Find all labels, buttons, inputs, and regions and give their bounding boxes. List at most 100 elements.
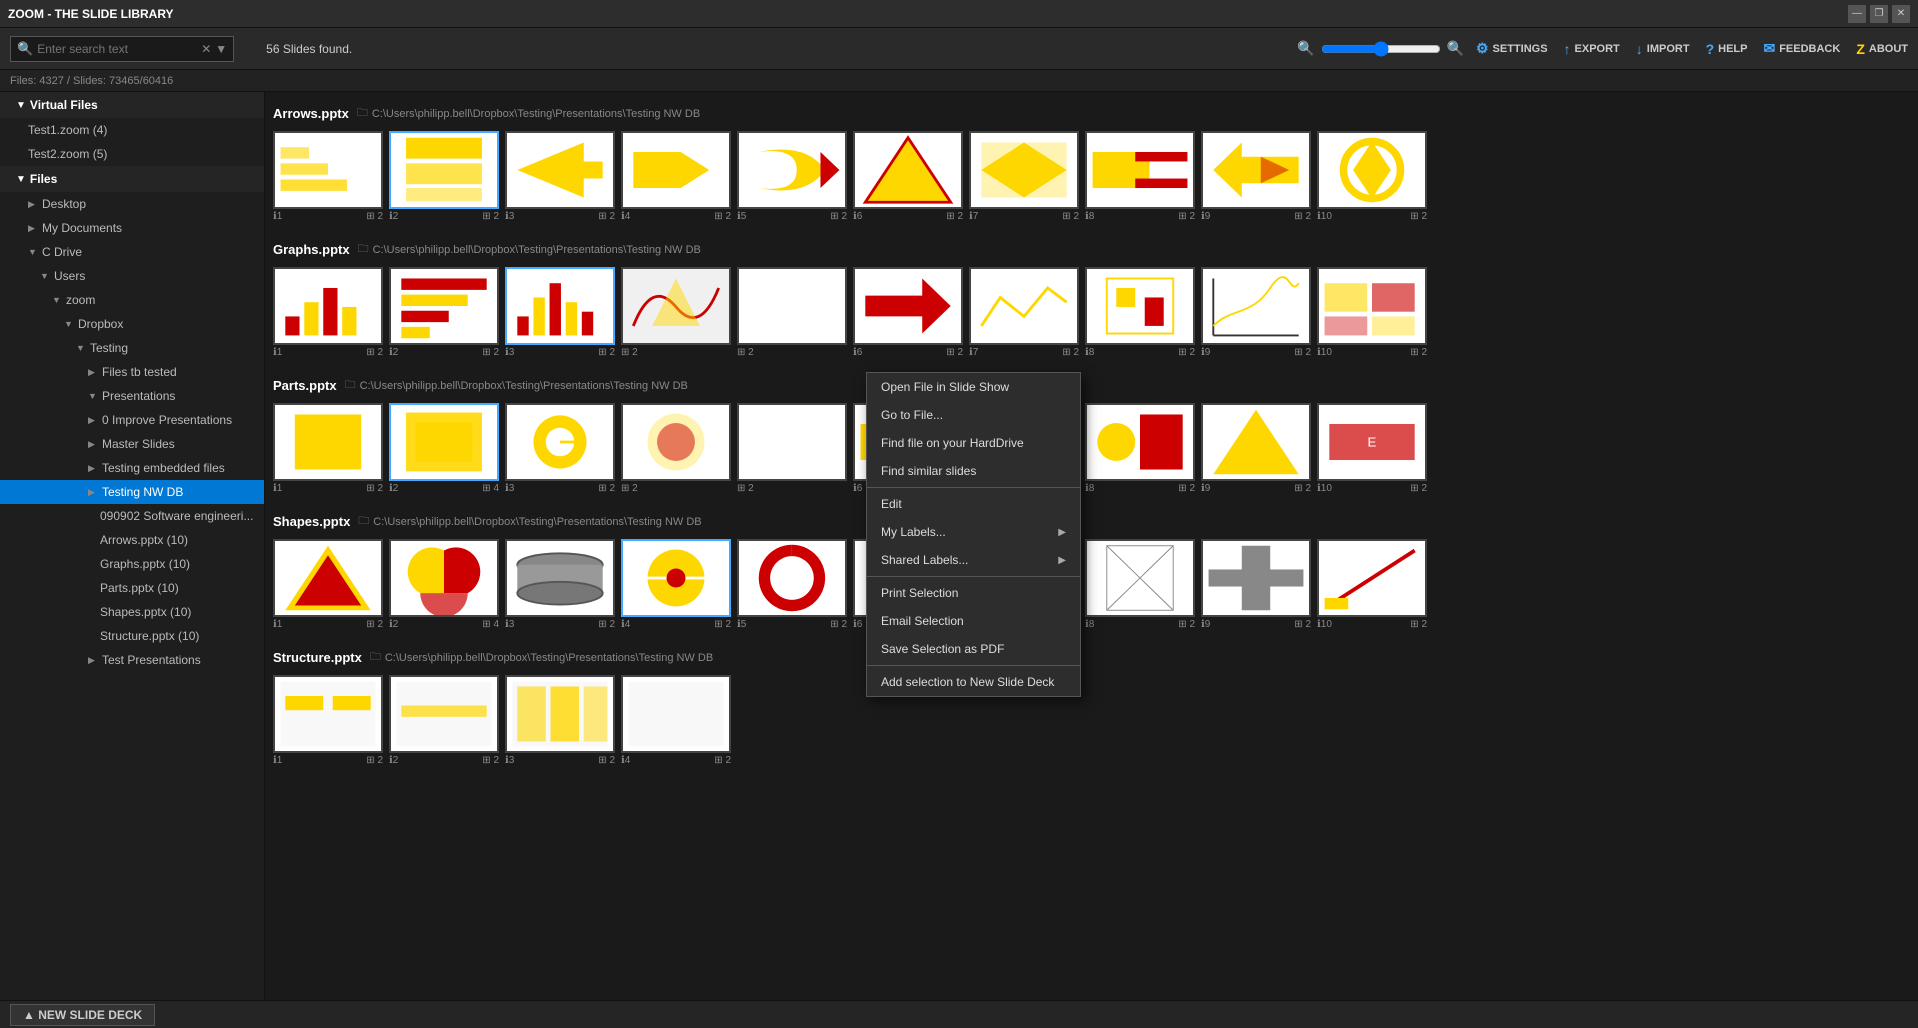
new-slide-deck-button[interactable]: ▲ NEW SLIDE DECK: [10, 1004, 155, 1026]
slide-thumb[interactable]: ℹ3⊞ 2: [505, 539, 615, 632]
sidebar-item-improve[interactable]: ▶ 0 Improve Presentations: [0, 408, 264, 432]
sidebar-item-master[interactable]: ▶ Master Slides: [0, 432, 264, 456]
slide-image: [1085, 267, 1195, 345]
slide-thumb[interactable]: ⊞ 2: [737, 267, 847, 360]
ctx-my-labels[interactable]: My Labels... ▶: [867, 518, 1080, 546]
sidebar-item-mydocuments[interactable]: ▶ My Documents: [0, 216, 264, 240]
slide-thumb[interactable]: ℹ3⊞ 2: [505, 403, 615, 496]
slide-thumb[interactable]: ℹ5⊞ 2: [737, 539, 847, 632]
slide-thumb[interactable]: ℹ2⊞ 2: [389, 267, 499, 360]
clear-icon[interactable]: ✕: [201, 42, 211, 56]
slide-thumb[interactable]: ℹ4⊞ 2: [621, 539, 731, 632]
about-button[interactable]: Z ABOUT: [1856, 41, 1908, 57]
sidebar[interactable]: ▼ Virtual Files Test1.zoom (4) Test2.zoo…: [0, 92, 265, 1000]
files-header[interactable]: ▼ Files: [0, 166, 264, 192]
slide-thumb[interactable]: ℹ8⊞ 2: [1085, 539, 1195, 632]
slide-thumb[interactable]: ℹ1⊞ 2: [273, 267, 383, 360]
sidebar-item-cdrive[interactable]: ▼ C Drive: [0, 240, 264, 264]
sidebar-item-files-tb[interactable]: ▶ Files tb tested: [0, 360, 264, 384]
settings-button[interactable]: ⚙ SETTINGS: [1476, 40, 1548, 57]
slide-thumb[interactable]: ℹ9⊞ 2: [1201, 267, 1311, 360]
about-label: ABOUT: [1869, 43, 1908, 55]
zoom-slider[interactable]: [1321, 41, 1441, 57]
slide-thumb[interactable]: ℹ6⊞ 2: [853, 131, 963, 224]
import-button[interactable]: ↓ IMPORT: [1636, 41, 1690, 57]
sidebar-item-users[interactable]: ▼ Users: [0, 264, 264, 288]
slide-thumb[interactable]: ℹ1⊞ 2: [273, 539, 383, 632]
ctx-goto-file[interactable]: Go to File...: [867, 401, 1080, 429]
window-controls[interactable]: — ❐ ✕: [1848, 5, 1910, 23]
slide-thumb[interactable]: ℹ8⊞ 2: [1085, 267, 1195, 360]
ctx-email-selection[interactable]: Email Selection: [867, 607, 1080, 635]
ctx-add-slide-deck[interactable]: Add selection to New Slide Deck: [867, 668, 1080, 696]
slide-thumb[interactable]: ℹ9⊞ 2: [1201, 539, 1311, 632]
ctx-shared-labels[interactable]: Shared Labels... ▶: [867, 546, 1080, 574]
slide-thumb[interactable]: E ℹ10⊞ 2: [1317, 403, 1427, 496]
sidebar-item-partspptx[interactable]: Parts.pptx (10): [0, 576, 264, 600]
slide-thumb[interactable]: ℹ2⊞ 2: [389, 131, 499, 224]
help-button[interactable]: ? HELP: [1706, 41, 1748, 57]
ctx-find-similar[interactable]: Find similar slides: [867, 457, 1080, 485]
dropdown-icon[interactable]: ▼: [215, 42, 227, 56]
ctx-open-file[interactable]: Open File in Slide Show: [867, 373, 1080, 401]
zoom-bar[interactable]: 🔍 🔍: [1297, 40, 1464, 57]
virtual-files-header[interactable]: ▼ Virtual Files: [0, 92, 264, 118]
slide-thumb[interactable]: ℹ2⊞ 2: [389, 675, 499, 768]
sidebar-item-dropbox[interactable]: ▼ Dropbox: [0, 312, 264, 336]
slide-thumb[interactable]: ℹ3⊞ 2: [505, 267, 615, 360]
sidebar-item-presentations[interactable]: ▼ Presentations: [0, 384, 264, 408]
sidebar-item-testingnwdb[interactable]: ▶ Testing NW DB: [0, 480, 264, 504]
sidebar-item-graphspptx[interactable]: Graphs.pptx (10): [0, 552, 264, 576]
slide-thumb[interactable]: ℹ3⊞ 2: [505, 675, 615, 768]
slide-thumb[interactable]: ℹ10⊞ 2: [1317, 539, 1427, 632]
slide-thumb[interactable]: ℹ7⊞ 2: [969, 131, 1079, 224]
slide-thumb[interactable]: ⊞ 2: [621, 267, 731, 360]
search-input[interactable]: [37, 42, 197, 56]
sidebar-item-desktop[interactable]: ▶ Desktop: [0, 192, 264, 216]
slide-thumb[interactable]: ℹ1⊞ 2: [273, 403, 383, 496]
slide-thumb[interactable]: ℹ7⊞ 2: [969, 267, 1079, 360]
sidebar-item-testpresentations[interactable]: ▶ Test Presentations: [0, 648, 264, 672]
export-button[interactable]: ↑ EXPORT: [1564, 41, 1620, 57]
sidebar-item-test2zoom[interactable]: Test2.zoom (5): [0, 142, 264, 166]
ctx-save-pdf[interactable]: Save Selection as PDF: [867, 635, 1080, 663]
search-box[interactable]: 🔍 ✕ ▼: [10, 36, 234, 62]
slide-thumb[interactable]: ℹ2⊞ 4: [389, 539, 499, 632]
slide-thumb[interactable]: ℹ10⊞ 2: [1317, 131, 1427, 224]
sidebar-item-embedded[interactable]: ▶ Testing embedded files: [0, 456, 264, 480]
slide-thumb[interactable]: ℹ4⊞ 2: [621, 675, 731, 768]
content-area[interactable]: Arrows.pptx 🗀 C:\Users\philipp.bell\Drop…: [265, 92, 1918, 1000]
sidebar-item-testing[interactable]: ▼ Testing: [0, 336, 264, 360]
ctx-edit[interactable]: Edit: [867, 490, 1080, 518]
slide-thumb[interactable]: ⊞ 2: [621, 403, 731, 496]
sidebar-item-090902[interactable]: 090902 Software engineeri...: [0, 504, 264, 528]
slide-thumb[interactable]: ℹ9⊞ 2: [1201, 403, 1311, 496]
sidebar-item-structurepptx[interactable]: Structure.pptx (10): [0, 624, 264, 648]
slide-thumb[interactable]: ℹ9⊞ 2: [1201, 131, 1311, 224]
maximize-button[interactable]: ❐: [1870, 5, 1888, 23]
ctx-print-selection[interactable]: Print Selection: [867, 579, 1080, 607]
slide-thumb[interactable]: ℹ1⊞ 2: [273, 675, 383, 768]
slide-thumb[interactable]: ℹ5⊞ 2: [737, 131, 847, 224]
slide-thumb[interactable]: ℹ1⊞ 2: [273, 131, 383, 224]
slide-thumb[interactable]: ℹ6⊞ 2: [853, 267, 963, 360]
ctx-find-file[interactable]: Find file on your HardDrive: [867, 429, 1080, 457]
slide-thumb[interactable]: ℹ4⊞ 2: [621, 131, 731, 224]
sidebar-item-arrowspptx[interactable]: Arrows.pptx (10): [0, 528, 264, 552]
ctx-separator-1: [867, 487, 1080, 488]
slide-thumb[interactable]: ℹ3⊞ 2: [505, 131, 615, 224]
slide-thumb[interactable]: ℹ10⊞ 2: [1317, 267, 1427, 360]
feedback-button[interactable]: ✉ FEEDBACK: [1763, 40, 1840, 57]
slide-thumb[interactable]: ℹ8⊞ 2: [1085, 403, 1195, 496]
slide-thumb[interactable]: ℹ8⊞ 2: [1085, 131, 1195, 224]
minimize-button[interactable]: —: [1848, 5, 1866, 23]
sidebar-item-test1zoom[interactable]: Test1.zoom (4): [0, 118, 264, 142]
slide-thumb[interactable]: ⊞ 2: [737, 403, 847, 496]
zoom-in-icon[interactable]: 🔍: [1447, 40, 1464, 57]
sidebar-item-zoom[interactable]: ▼ zoom: [0, 288, 264, 312]
close-button[interactable]: ✕: [1892, 5, 1910, 23]
graphs-section-header: Graphs.pptx 🗀 C:\Users\philipp.bell\Drop…: [273, 240, 1910, 259]
zoom-out-icon[interactable]: 🔍: [1297, 40, 1314, 57]
slide-thumb[interactable]: ℹ2⊞ 4: [389, 403, 499, 496]
sidebar-item-shapespptx[interactable]: Shapes.pptx (10): [0, 600, 264, 624]
